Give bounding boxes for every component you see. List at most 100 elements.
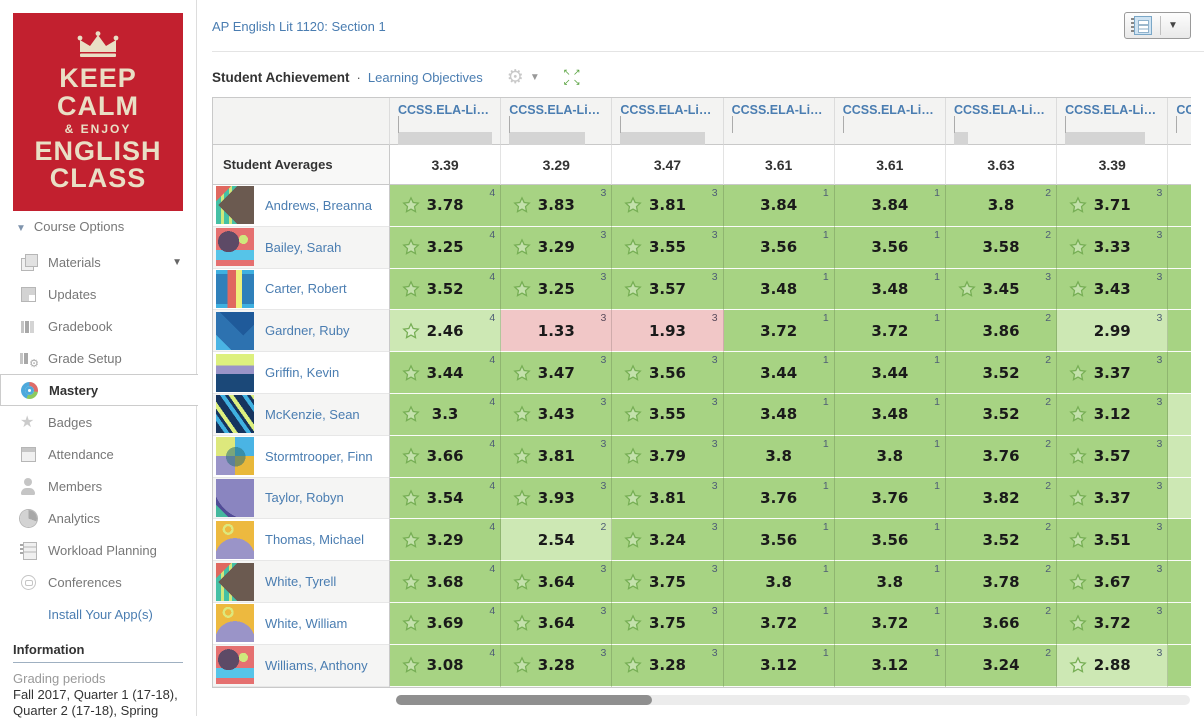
mastery-score-cell[interactable]: 3.862 xyxy=(946,310,1057,352)
mastery-score-cell[interactable]: 3.294 xyxy=(390,519,501,561)
mastery-score-cell[interactable]: 3.473 xyxy=(501,352,612,394)
mastery-score-cell[interactable]: 3.753 xyxy=(612,561,723,603)
mastery-score-cell[interactable]: 3.121 xyxy=(835,645,946,687)
mastery-score-cell[interactable]: 3.283 xyxy=(612,645,723,687)
mastery-score-cell[interactable] xyxy=(1168,227,1191,269)
mastery-score-cell[interactable]: 3.762 xyxy=(946,436,1057,478)
mastery-score-cell[interactable] xyxy=(1168,645,1191,687)
sidebar-item-members[interactable]: Members xyxy=(0,470,196,502)
student-name-link[interactable]: Stormtrooper, Finn xyxy=(265,449,373,464)
mastery-score-cell[interactable]: 3.81 xyxy=(835,561,946,603)
mastery-score-cell[interactable]: 3.441 xyxy=(835,352,946,394)
mastery-score-cell[interactable]: 3.373 xyxy=(1057,352,1168,394)
mastery-score-cell[interactable] xyxy=(1168,352,1191,394)
fullscreen-expand-button[interactable]: ↖↗↙↘ xyxy=(562,67,582,87)
mastery-score-cell[interactable]: 3.561 xyxy=(724,227,835,269)
mastery-score-cell[interactable]: 3.34 xyxy=(390,394,501,436)
mastery-score-cell[interactable]: 3.662 xyxy=(946,603,1057,645)
mastery-score-cell[interactable]: 3.822 xyxy=(946,478,1057,520)
mastery-score-cell[interactable]: 3.573 xyxy=(612,269,723,311)
mastery-score-cell[interactable] xyxy=(1168,561,1191,603)
mastery-score-cell[interactable]: 1.333 xyxy=(501,310,612,352)
mastery-score-cell[interactable]: 3.713 xyxy=(1057,185,1168,227)
mastery-score-cell[interactable]: 3.761 xyxy=(724,478,835,520)
mastery-score-cell[interactable]: 3.784 xyxy=(390,185,501,227)
mastery-score-cell[interactable]: 3.553 xyxy=(612,394,723,436)
objective-link[interactable]: CCSS.ELA-Lite... xyxy=(620,103,714,117)
sidebar-item-materials[interactable]: Materials▼ xyxy=(0,246,196,278)
mastery-score-cell[interactable]: 3.513 xyxy=(1057,519,1168,561)
objective-link[interactable]: CCSS.ELA-Lite... xyxy=(843,103,937,117)
mastery-score-cell[interactable]: 3.933 xyxy=(501,478,612,520)
horizontal-scrollbar-thumb[interactable] xyxy=(396,695,652,705)
mastery-score-cell[interactable]: 3.254 xyxy=(390,227,501,269)
mastery-score-cell[interactable]: 3.373 xyxy=(1057,478,1168,520)
mastery-score-cell[interactable]: 3.782 xyxy=(946,561,1057,603)
course-options-toggle[interactable]: ▼Course Options xyxy=(16,219,124,234)
mastery-score-cell[interactable]: 3.673 xyxy=(1057,561,1168,603)
mastery-score-cell[interactable]: 3.833 xyxy=(501,185,612,227)
objective-link[interactable]: CCSS.ELA-Lite... xyxy=(732,103,826,117)
student-name-link[interactable]: Bailey, Sarah xyxy=(265,240,341,255)
mastery-score-cell[interactable]: 3.643 xyxy=(501,561,612,603)
objective-link[interactable]: CCSS.ELA-Lite... xyxy=(398,103,492,117)
mastery-score-cell[interactable] xyxy=(1168,269,1191,311)
mastery-score-cell[interactable]: 3.81 xyxy=(724,561,835,603)
sidebar-item-install-your-app-s[interactable]: Install Your App(s) xyxy=(0,598,196,630)
mastery-score-cell[interactable]: 1.933 xyxy=(612,310,723,352)
mastery-score-cell[interactable]: 3.522 xyxy=(946,352,1057,394)
course-breadcrumb-link[interactable]: AP English Lit 1120: Section 1 xyxy=(212,19,386,34)
sidebar-item-mastery[interactable]: Mastery xyxy=(0,374,198,406)
sidebar-item-analytics[interactable]: Analytics xyxy=(0,502,196,534)
mastery-score-cell[interactable]: 3.433 xyxy=(1057,269,1168,311)
mastery-score-cell[interactable]: 3.841 xyxy=(835,185,946,227)
mastery-score-cell[interactable] xyxy=(1168,436,1191,478)
mastery-score-cell[interactable]: 3.544 xyxy=(390,478,501,520)
mastery-score-cell[interactable] xyxy=(1168,310,1191,352)
mastery-score-cell[interactable]: 3.721 xyxy=(835,603,946,645)
mastery-score-cell[interactable]: 3.813 xyxy=(501,436,612,478)
mastery-score-cell[interactable]: 3.82 xyxy=(946,185,1057,227)
mastery-score-cell[interactable]: 3.664 xyxy=(390,436,501,478)
mastery-score-cell[interactable]: 3.453 xyxy=(946,269,1057,311)
objective-link[interactable]: CCSS.ELA-Lite... xyxy=(1176,103,1191,117)
mastery-score-cell[interactable]: 3.522 xyxy=(946,519,1057,561)
mastery-score-cell[interactable]: 3.283 xyxy=(501,645,612,687)
student-name-link[interactable]: Griffin, Kevin xyxy=(265,365,339,380)
student-name-link[interactable]: Thomas, Michael xyxy=(265,532,364,547)
sidebar-item-workload-planning[interactable]: Workload Planning xyxy=(0,534,196,566)
mastery-score-cell[interactable]: 3.793 xyxy=(612,436,723,478)
mastery-score-cell[interactable]: 3.813 xyxy=(612,185,723,227)
horizontal-scrollbar-track[interactable] xyxy=(396,695,1190,705)
mastery-score-cell[interactable]: 3.694 xyxy=(390,603,501,645)
mastery-score-cell[interactable]: 3.841 xyxy=(724,185,835,227)
mastery-score-cell[interactable]: 3.481 xyxy=(835,394,946,436)
mastery-score-cell[interactable]: 3.721 xyxy=(835,310,946,352)
mastery-score-cell[interactable] xyxy=(1168,603,1191,645)
student-name-link[interactable]: Williams, Anthony xyxy=(265,658,368,673)
settings-menu-button[interactable]: ⚙ ▼ xyxy=(507,68,540,87)
mastery-score-cell[interactable]: 3.121 xyxy=(724,645,835,687)
view-selector-button[interactable]: ▼ xyxy=(1124,12,1191,39)
mastery-score-cell[interactable]: 3.721 xyxy=(724,310,835,352)
mastery-score-cell[interactable]: 3.563 xyxy=(612,352,723,394)
mastery-score-cell[interactable]: 3.561 xyxy=(835,227,946,269)
mastery-score-cell[interactable] xyxy=(1168,394,1191,436)
mastery-score-cell[interactable]: 3.761 xyxy=(835,478,946,520)
mastery-score-cell[interactable]: 3.553 xyxy=(612,227,723,269)
sidebar-item-badges[interactable]: Badges xyxy=(0,406,196,438)
student-name-link[interactable]: McKenzie, Sean xyxy=(265,407,360,422)
mastery-score-cell[interactable]: 3.333 xyxy=(1057,227,1168,269)
mastery-score-cell[interactable] xyxy=(1168,478,1191,520)
mastery-score-cell[interactable]: 2.993 xyxy=(1057,310,1168,352)
mastery-score-cell[interactable]: 3.481 xyxy=(724,394,835,436)
mastery-score-cell[interactable]: 3.721 xyxy=(724,603,835,645)
mastery-score-cell[interactable]: 2.883 xyxy=(1057,645,1168,687)
mastery-score-cell[interactable]: 3.242 xyxy=(946,645,1057,687)
mastery-score-cell[interactable]: 2.542 xyxy=(501,519,612,561)
mastery-score-cell[interactable]: 2.464 xyxy=(390,310,501,352)
mastery-score-cell[interactable] xyxy=(1168,185,1191,227)
mastery-score-cell[interactable]: 3.81 xyxy=(835,436,946,478)
mastery-score-cell[interactable]: 3.582 xyxy=(946,227,1057,269)
sidebar-item-updates[interactable]: Updates xyxy=(0,278,196,310)
